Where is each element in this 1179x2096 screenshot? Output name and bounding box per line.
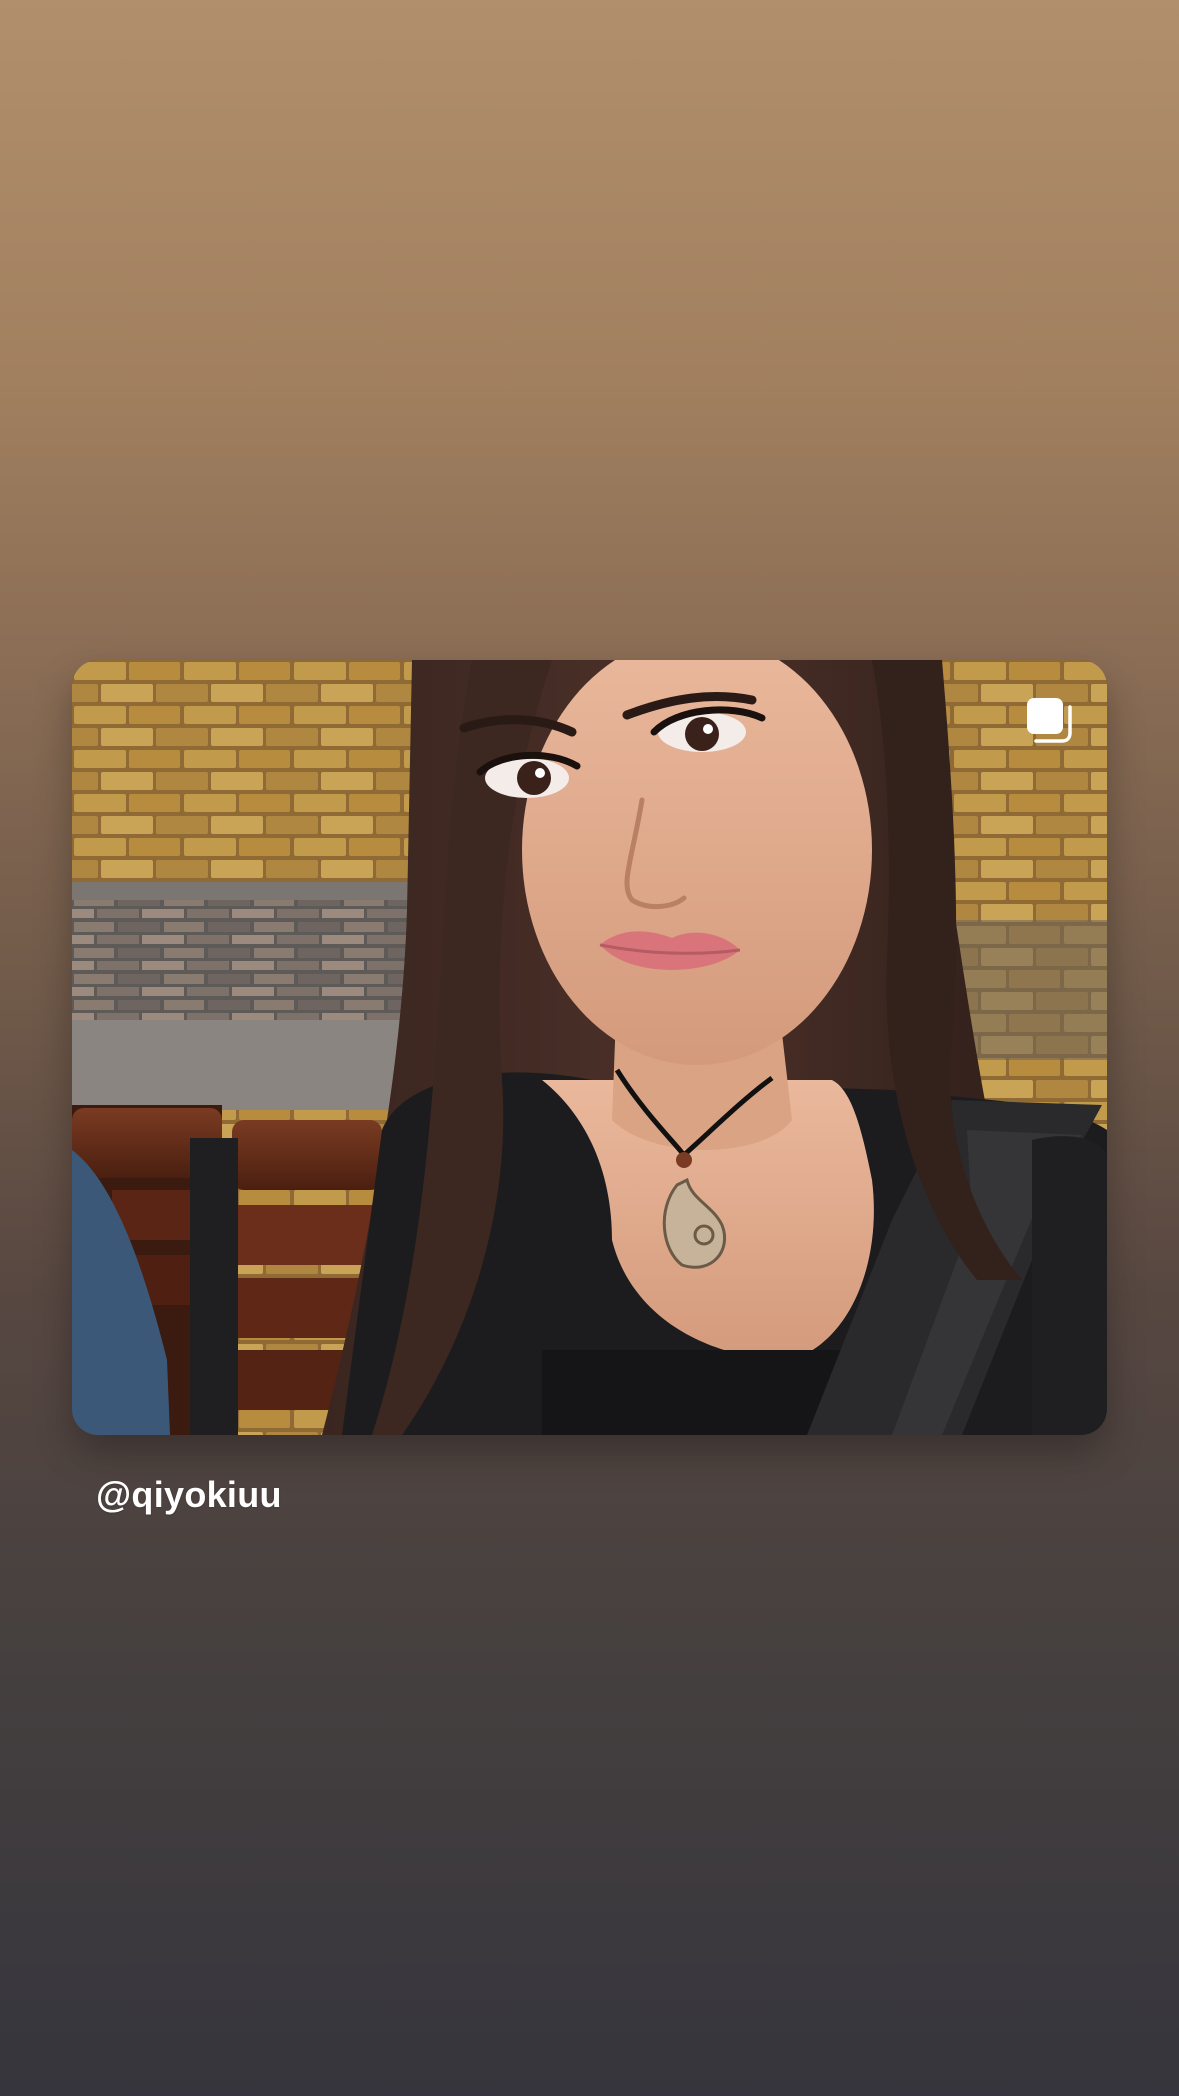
post-author-username[interactable]: @qiyokiuu: [96, 1474, 282, 1516]
post-photo: [72, 660, 1107, 1435]
shared-post-media[interactable]: [72, 660, 1107, 1435]
carousel-multiple-icon[interactable]: [1024, 695, 1074, 745]
